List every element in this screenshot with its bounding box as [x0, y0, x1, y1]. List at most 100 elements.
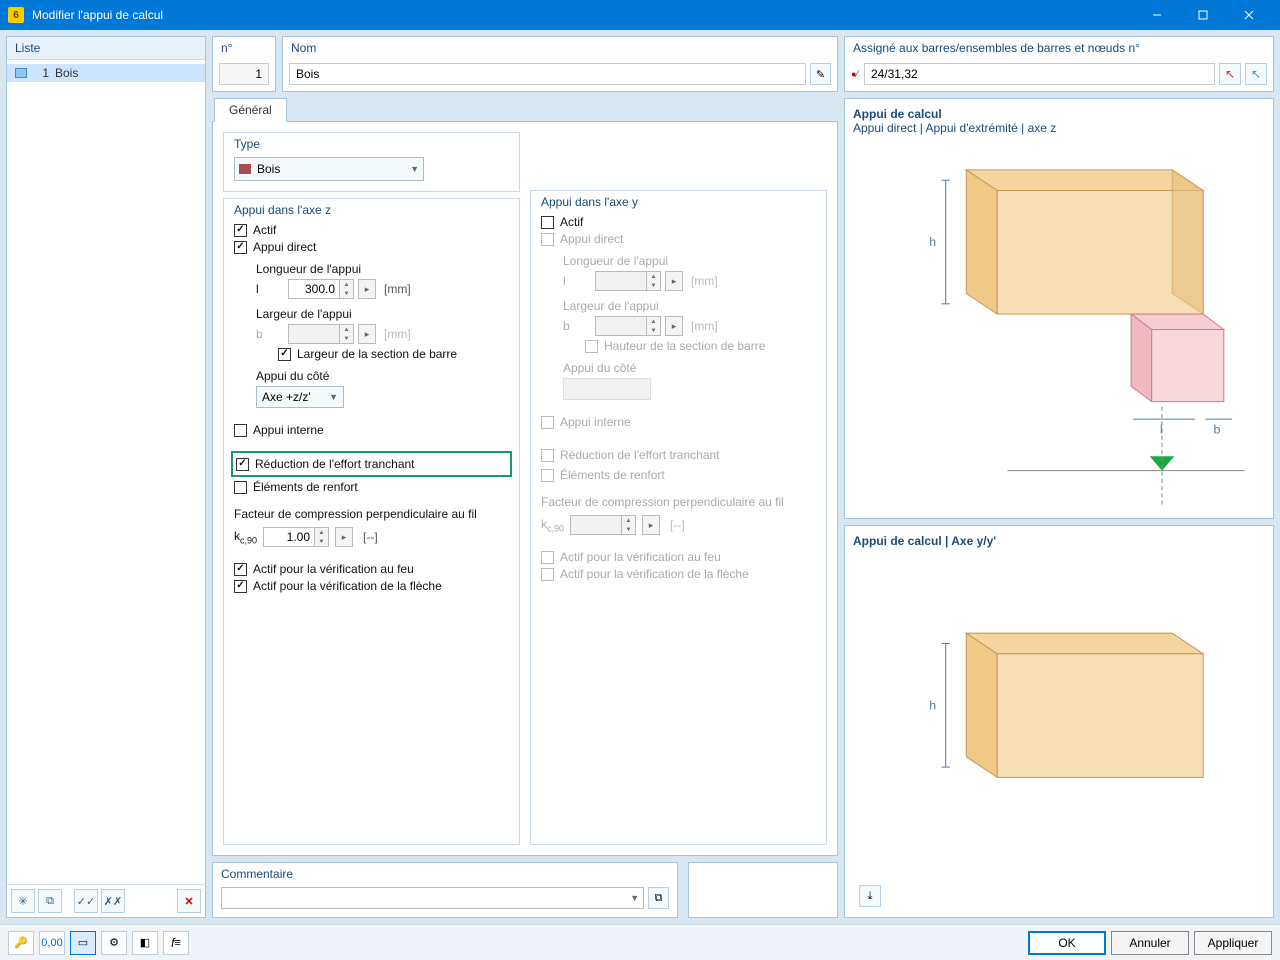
name-label: Nom — [283, 37, 837, 59]
list-panel: Liste 1 Bois ✳ ⧉ ✓✓ ✗✗ ✕ — [6, 36, 206, 918]
list-item-num: 1 — [33, 66, 49, 80]
z-width-stepper: ▲▼ — [340, 324, 354, 344]
axis-y-panel: Appui dans l'axe y Actif Appui direct Lo… — [530, 190, 827, 845]
z-side-select[interactable]: Axe +z/z'▼ — [256, 386, 344, 408]
statusbar: 🔑 0,00 ▭ ⚙ ◧ f≡ OK Annuler Appliquer — [0, 924, 1280, 960]
node-icon: ●⁄ — [851, 69, 858, 79]
y-active-checkbox[interactable] — [541, 216, 554, 229]
z-length-input[interactable] — [288, 279, 340, 299]
y-height-section-checkbox — [585, 340, 598, 353]
y-fire-checkbox — [541, 551, 554, 564]
type-swatch-icon — [239, 164, 251, 174]
copy-button[interactable]: ⧉ — [38, 889, 62, 913]
list-toolbar: ✳ ⧉ ✓✓ ✗✗ ✕ — [7, 884, 205, 917]
material-icon — [15, 68, 27, 78]
y-internal-checkbox — [541, 416, 554, 429]
y-width-input — [595, 316, 647, 336]
z-reinforcement-checkbox[interactable] — [234, 481, 247, 494]
y-width-menu: ▸ — [665, 316, 683, 336]
z-width-section-checkbox[interactable] — [278, 348, 291, 361]
preview-z-sub: Appui direct | Appui d'extrémité | axe z — [853, 121, 1265, 135]
minimize-button[interactable] — [1134, 0, 1180, 30]
function-button[interactable]: f≡ — [163, 931, 189, 955]
y-length-input — [595, 271, 647, 291]
view-button-3[interactable]: ◧ — [132, 931, 158, 955]
check-all-button[interactable]: ✓✓ — [74, 889, 98, 913]
y-deflection-checkbox — [541, 568, 554, 581]
z-shear-reduction-checkbox[interactable] — [236, 458, 249, 471]
z-active-checkbox[interactable] — [234, 224, 247, 237]
svg-text:b: b — [1213, 423, 1220, 437]
app-icon: 6 — [8, 7, 24, 23]
z-fire-checkbox[interactable] — [234, 563, 247, 576]
preview-z-title: Appui de calcul — [853, 107, 1265, 121]
assigned-input[interactable] — [864, 63, 1215, 85]
comment-block: Commentaire ▼ ⧉ — [212, 862, 678, 918]
type-select[interactable]: Bois ▼ — [234, 157, 424, 181]
svg-text:h: h — [929, 698, 936, 712]
titlebar: 6 Modifier l'appui de calcul — [0, 0, 1280, 30]
delete-button[interactable]: ✕ — [177, 889, 201, 913]
minimize-icon — [1152, 10, 1162, 20]
assigned-block: Assigné aux barres/ensembles de barres e… — [844, 36, 1274, 92]
list-header: Liste — [7, 37, 205, 60]
number-label: n° — [213, 37, 275, 59]
close-icon — [1244, 10, 1254, 20]
name-input[interactable] — [289, 63, 806, 85]
units-button[interactable]: 0,00 — [39, 931, 65, 955]
preview-export-button[interactable]: ⤓ — [859, 885, 881, 907]
z-deflection-checkbox[interactable] — [234, 580, 247, 593]
preview-z-block: Appui de calcul Appui direct | Appui d'e… — [844, 98, 1274, 519]
close-button[interactable] — [1226, 0, 1272, 30]
number-input[interactable] — [219, 63, 269, 85]
z-kc-input[interactable] — [263, 527, 315, 547]
maximize-icon — [1198, 10, 1208, 20]
z-width-menu: ▸ — [358, 324, 376, 344]
z-side-label: Appui du côté — [256, 369, 509, 383]
cancel-button[interactable]: Annuler — [1111, 931, 1189, 955]
comment-select[interactable]: ▼ — [221, 887, 644, 909]
ok-button[interactable]: OK — [1028, 931, 1106, 955]
pick-members-button[interactable]: ↖ — [1219, 63, 1241, 85]
svg-text:h: h — [929, 235, 936, 249]
list-item-name: Bois — [55, 66, 78, 80]
help-button[interactable]: 🔑 — [8, 931, 34, 955]
uncheck-all-button[interactable]: ✗✗ — [101, 889, 125, 913]
z-width-label: Largeur de l'appui — [256, 307, 509, 321]
name-block: Nom ✎ — [282, 36, 838, 92]
maximize-button[interactable] — [1180, 0, 1226, 30]
z-length-menu[interactable]: ▸ — [358, 279, 376, 299]
z-kc-label: Facteur de compression perpendiculaire a… — [234, 507, 509, 521]
comment-label: Commentaire — [221, 867, 669, 881]
type-value: Bois — [257, 162, 280, 176]
view-button-2[interactable]: ⚙ — [101, 931, 127, 955]
y-direct-checkbox — [541, 233, 554, 246]
y-kc-input — [570, 515, 622, 535]
z-kc-menu[interactable]: ▸ — [335, 527, 353, 547]
z-internal-checkbox[interactable] — [234, 424, 247, 437]
z-width-input — [288, 324, 340, 344]
list-item[interactable]: 1 Bois — [7, 64, 205, 82]
y-kc-menu: ▸ — [642, 515, 660, 535]
y-length-menu: ▸ — [665, 271, 683, 291]
comment-library-button[interactable]: ⧉ — [648, 887, 669, 909]
edit-name-button[interactable]: ✎ — [810, 63, 831, 85]
new-button[interactable]: ✳ — [11, 889, 35, 913]
z-direct-checkbox[interactable] — [234, 241, 247, 254]
window-title: Modifier l'appui de calcul — [32, 8, 1134, 22]
chevron-down-icon: ▼ — [410, 164, 419, 174]
axis-z-panel: Appui dans l'axe z Actif Appui direct Lo… — [223, 198, 520, 845]
y-shear-reduction-checkbox — [541, 449, 554, 462]
y-reinforcement-checkbox — [541, 469, 554, 482]
z-length-label: Longueur de l'appui — [256, 262, 509, 276]
assigned-label: Assigné aux barres/ensembles de barres e… — [845, 37, 1273, 59]
number-block: n° — [212, 36, 276, 92]
tab-general[interactable]: Général — [214, 98, 287, 122]
preview-z-diagram: h l b — [853, 139, 1265, 510]
z-kc-stepper[interactable]: ▲▼ — [315, 527, 329, 547]
apply-button[interactable]: Appliquer — [1194, 931, 1272, 955]
pick-nodes-button[interactable]: ↖ — [1245, 63, 1267, 85]
view-button-1[interactable]: ▭ — [70, 931, 96, 955]
z-length-stepper[interactable]: ▲▼ — [340, 279, 354, 299]
preview-y-block: Appui de calcul | Axe y/y' h ⤓ — [844, 525, 1274, 918]
